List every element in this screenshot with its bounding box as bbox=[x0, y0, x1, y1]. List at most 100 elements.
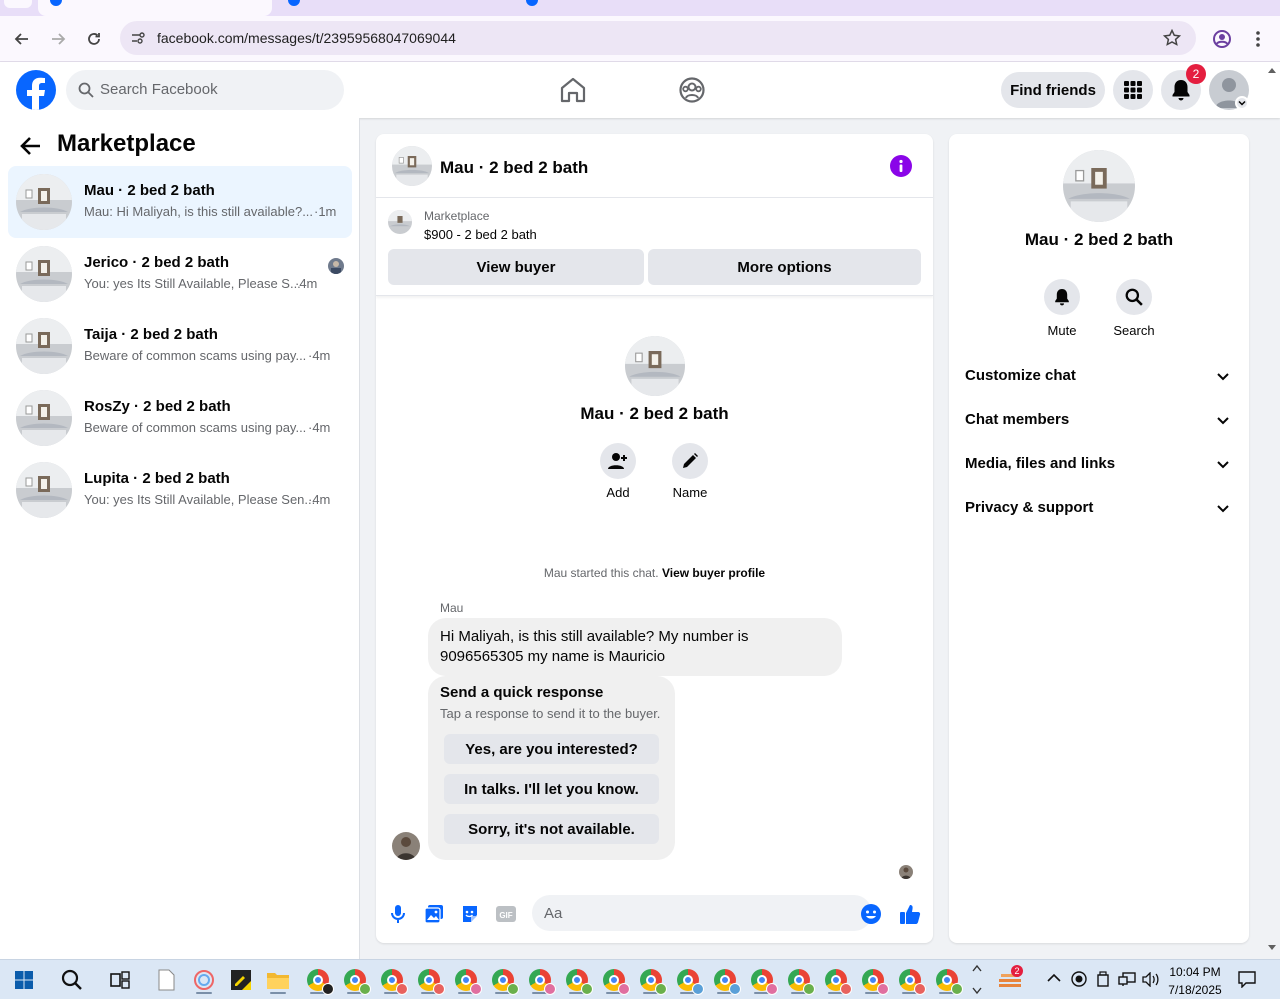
chrome-profile-icon[interactable] bbox=[859, 966, 889, 995]
chrome-profile-icon[interactable] bbox=[933, 966, 963, 995]
file-icon[interactable] bbox=[152, 966, 180, 994]
network-icon[interactable] bbox=[1118, 972, 1136, 987]
notification-center-icon[interactable] bbox=[1238, 971, 1256, 988]
chrome-profile-icon[interactable] bbox=[489, 966, 519, 995]
info-icon[interactable] bbox=[890, 155, 912, 177]
volume-icon[interactable] bbox=[1142, 972, 1160, 987]
sticky-notes-icon[interactable] bbox=[227, 966, 255, 994]
tab-search-button[interactable] bbox=[4, 0, 32, 8]
browser-tab[interactable] bbox=[276, 0, 510, 16]
marketplace-listing-bar: Marketplace $900 - 2 bed 2 bath View buy… bbox=[376, 198, 933, 296]
task-view-icon[interactable] bbox=[106, 966, 134, 994]
reload-button[interactable] bbox=[81, 26, 107, 52]
microphone-icon[interactable] bbox=[386, 902, 410, 926]
intro-name: Mau · 2 bed 2 bath bbox=[580, 404, 729, 423]
chrome-profile-icon[interactable] bbox=[378, 966, 408, 995]
back-arrow-icon[interactable] bbox=[20, 136, 42, 156]
facebook-logo[interactable] bbox=[16, 70, 56, 110]
taskbar-scroll-up-icon[interactable] bbox=[972, 964, 982, 972]
quick-response-button[interactable]: Yes, are you interested? bbox=[444, 734, 659, 764]
find-friends-button[interactable]: Find friends bbox=[1001, 72, 1105, 108]
seen-avatar bbox=[328, 258, 344, 274]
customize-chat-section[interactable]: Customize chat bbox=[957, 354, 1241, 398]
chevron-down-icon bbox=[1217, 417, 1229, 425]
chat-avatar[interactable] bbox=[392, 146, 432, 186]
app-pinwheel-icon[interactable] bbox=[190, 966, 218, 994]
windows-start-icon[interactable] bbox=[10, 966, 38, 994]
browser-tab[interactable] bbox=[514, 0, 748, 16]
chrome-profile-icon[interactable] bbox=[711, 966, 741, 995]
thumbs-up-icon[interactable] bbox=[898, 902, 922, 926]
record-icon[interactable] bbox=[1071, 971, 1087, 987]
chat-details-avatar bbox=[1063, 150, 1135, 222]
conversation-item[interactable]: RosZy · 2 bed 2 bath Beware of common sc… bbox=[8, 382, 352, 454]
sender-avatar[interactable] bbox=[392, 832, 420, 860]
search-facebook-field[interactable]: Search Facebook bbox=[66, 70, 344, 110]
chat-title[interactable]: Mau · 2 bed 2 bath bbox=[440, 158, 588, 178]
address-bar[interactable]: facebook.com/messages/t/2395956804706904… bbox=[120, 21, 1196, 55]
chrome-profile-icon[interactable] bbox=[785, 966, 815, 995]
forward-button[interactable] bbox=[45, 26, 71, 52]
conversation-item[interactable]: Taija · 2 bed 2 bath Beware of common sc… bbox=[8, 310, 352, 382]
groups-icon[interactable] bbox=[678, 76, 706, 104]
search-in-chat-button[interactable]: Search bbox=[1104, 279, 1164, 338]
conversation-item[interactable]: Jerico · 2 bed 2 bath You: yes Its Still… bbox=[8, 238, 352, 310]
privacy-support-section[interactable]: Privacy & support bbox=[957, 486, 1241, 530]
file-explorer-icon[interactable] bbox=[264, 966, 292, 994]
mute-button[interactable]: Mute bbox=[1032, 279, 1092, 338]
back-button[interactable] bbox=[9, 26, 35, 52]
listing-price-title[interactable]: $900 - 2 bed 2 bath bbox=[424, 227, 537, 242]
tray-badge: 2 bbox=[1011, 965, 1023, 977]
chrome-profile-icon[interactable] bbox=[822, 966, 852, 995]
taskbar-search-icon[interactable] bbox=[58, 966, 86, 994]
quick-response-button[interactable]: In talks. I'll let you know. bbox=[444, 774, 659, 804]
sticker-icon[interactable] bbox=[458, 902, 482, 926]
profile-icon[interactable] bbox=[1212, 29, 1232, 49]
chrome-profile-icon[interactable] bbox=[341, 966, 371, 995]
account-chevron-icon[interactable] bbox=[1235, 96, 1249, 110]
listing-thumbnail[interactable] bbox=[388, 210, 412, 234]
chrome-profile-icon[interactable] bbox=[563, 966, 593, 995]
browser-tab-active[interactable] bbox=[38, 0, 272, 16]
edit-name-button[interactable]: Name bbox=[660, 443, 720, 500]
scroll-up-arrow-icon[interactable] bbox=[1267, 66, 1277, 74]
url-text[interactable]: facebook.com/messages/t/2395956804706904… bbox=[157, 30, 456, 46]
site-info-icon[interactable] bbox=[130, 30, 146, 46]
home-icon[interactable] bbox=[558, 76, 588, 104]
taskbar-scroll-down-icon[interactable] bbox=[972, 987, 982, 995]
conversation-item[interactable]: Mau · 2 bed 2 bath Mau: Hi Maliyah, is t… bbox=[8, 166, 352, 238]
bookmark-star-icon[interactable] bbox=[1163, 29, 1181, 47]
facebook-header: Search Facebook Find friends 2 bbox=[0, 62, 1280, 118]
marketplace-inbox-panel: Marketplace Mau · 2 bed 2 bath Mau: Hi M… bbox=[0, 118, 360, 959]
chrome-profile-icon[interactable] bbox=[304, 966, 334, 995]
conversation-item[interactable]: Lupita · 2 bed 2 bath You: yes Its Still… bbox=[8, 454, 352, 526]
chat-members-section[interactable]: Chat members bbox=[957, 398, 1241, 442]
message-bubble[interactable]: Hi Maliyah, is this still available? My … bbox=[428, 618, 842, 676]
usb-device-icon[interactable] bbox=[1096, 971, 1110, 987]
gif-icon[interactable]: GIF bbox=[494, 902, 518, 926]
emoji-icon[interactable] bbox=[859, 902, 883, 926]
system-clock[interactable]: 10:04 PM 7/18/2025 bbox=[1162, 963, 1228, 999]
view-buyer-profile-link[interactable]: View buyer profile bbox=[662, 566, 765, 580]
section-label: Chat members bbox=[965, 411, 1070, 428]
show-hidden-icons-chevron-icon[interactable] bbox=[1047, 973, 1061, 983]
kebab-menu-icon[interactable] bbox=[1250, 29, 1266, 49]
chrome-profile-icon[interactable] bbox=[748, 966, 778, 995]
scroll-down-arrow-icon[interactable] bbox=[1267, 944, 1277, 952]
chrome-profile-icon[interactable] bbox=[674, 966, 704, 995]
media-files-links-section[interactable]: Media, files and links bbox=[957, 442, 1241, 486]
chrome-profile-icon[interactable] bbox=[526, 966, 556, 995]
message-input[interactable] bbox=[532, 895, 872, 931]
chrome-profile-icon[interactable] bbox=[452, 966, 482, 995]
photo-icon[interactable] bbox=[422, 902, 446, 926]
bell-icon bbox=[1172, 80, 1190, 101]
chrome-profile-icon[interactable] bbox=[415, 966, 445, 995]
more-options-button[interactable]: More options bbox=[648, 249, 921, 285]
view-buyer-button[interactable]: View buyer bbox=[388, 249, 644, 285]
add-people-button[interactable]: Add bbox=[588, 443, 648, 500]
quick-response-button[interactable]: Sorry, it's not available. bbox=[444, 814, 659, 844]
chrome-profile-icon[interactable] bbox=[637, 966, 667, 995]
menu-grid-button[interactable] bbox=[1113, 70, 1153, 110]
chrome-profile-icon[interactable] bbox=[600, 966, 630, 995]
chrome-profile-icon[interactable] bbox=[896, 966, 926, 995]
